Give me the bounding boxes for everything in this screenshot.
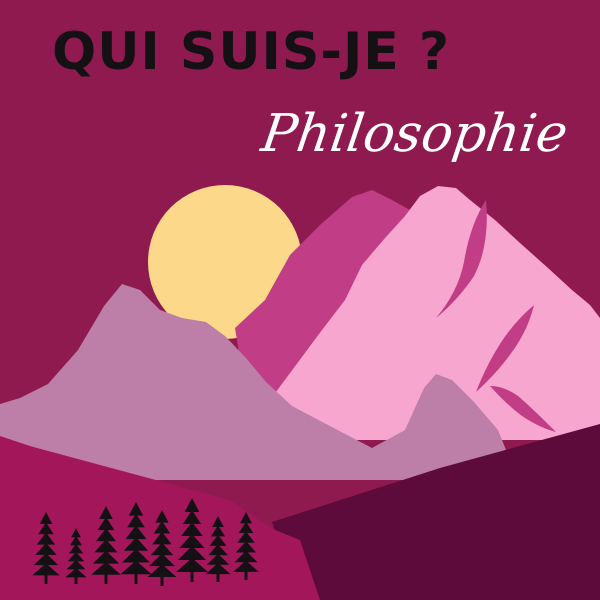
page-title: QUI SUIS-JE ? — [52, 22, 451, 82]
mountain-scene — [0, 185, 600, 600]
page-subtitle: Philosophie — [257, 104, 572, 164]
podcast-cover: QUI SUIS-JE ? Philosophie — [0, 0, 600, 600]
